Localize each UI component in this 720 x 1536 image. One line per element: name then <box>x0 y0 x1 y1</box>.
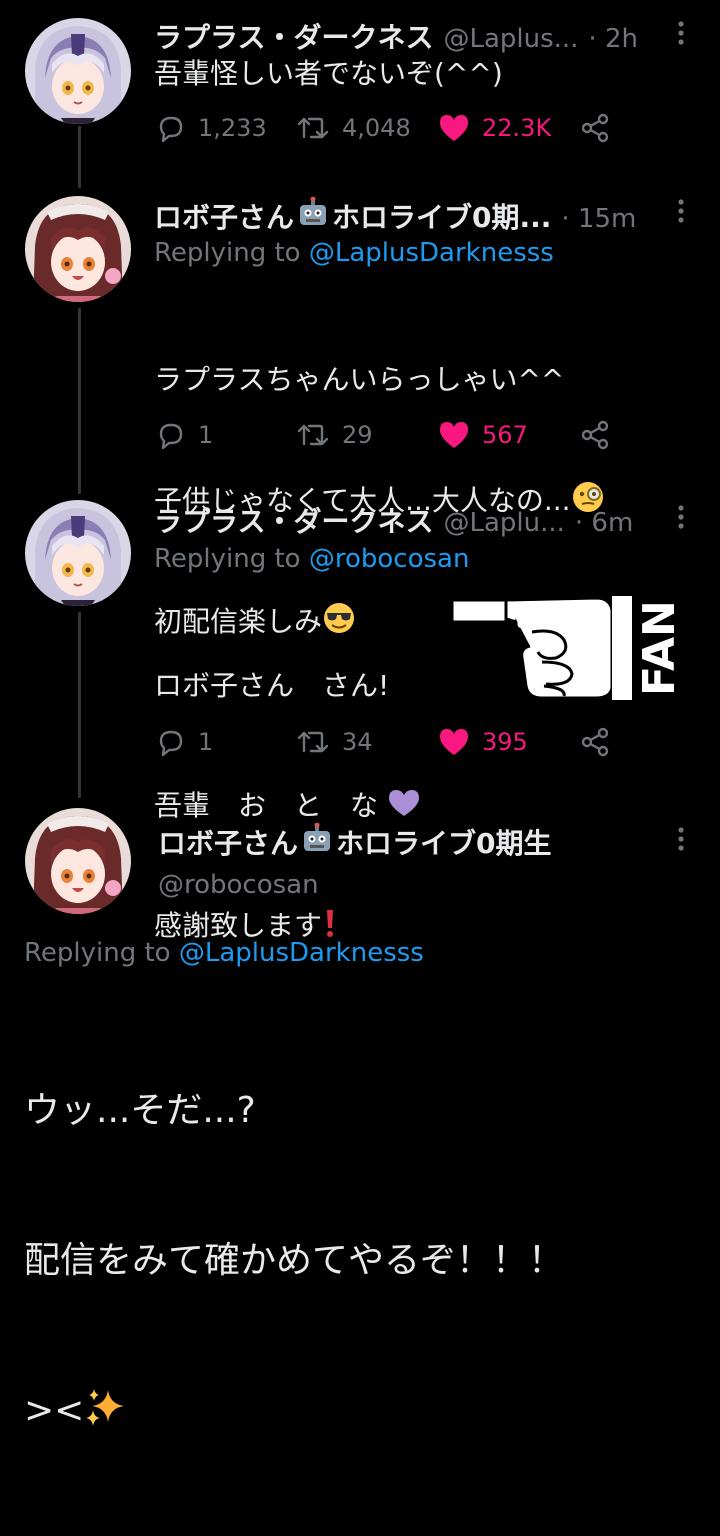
share-button[interactable] <box>580 727 610 757</box>
like-button[interactable]: 22.3K <box>438 113 551 143</box>
display-name[interactable]: ラプラス・ダークネス <box>154 16 433 56</box>
share-button[interactable] <box>580 113 610 143</box>
exclamation-emoji <box>327 910 334 937</box>
user-handle[interactable]: @robocosan <box>158 870 319 900</box>
user-handle[interactable]: @Laplu... <box>443 508 564 538</box>
purple-heart-emoji <box>388 790 419 816</box>
reply-button[interactable]: 1 <box>156 420 213 450</box>
share-icon <box>581 113 609 143</box>
display-name-suffix[interactable]: ホロライブ0期... <box>332 196 551 236</box>
more-icon[interactable] <box>676 20 686 46</box>
replying-to: Replying to @LaplusDarknesss <box>154 238 554 268</box>
tweet-line: 吾輩 お と な <box>154 789 379 822</box>
like-count: 395 <box>482 728 528 756</box>
heart-icon <box>440 422 468 448</box>
user-handle[interactable]: @Laplus... <box>443 24 578 54</box>
retweet-icon <box>297 117 329 139</box>
timestamp[interactable]: · 2h <box>588 24 638 54</box>
thread-line <box>78 126 81 188</box>
tweet-actions: 1,233 4,048 22.3K <box>156 113 616 147</box>
more-icon[interactable] <box>676 198 686 224</box>
share-icon <box>581 420 609 450</box>
reply-icon <box>159 423 183 450</box>
replying-to-label: Replying to <box>154 544 301 574</box>
mention-link[interactable]: @LaplusDarknesss <box>309 238 554 268</box>
tweet-line: ラプラスちゃんいらっしゃい^^ <box>154 363 565 396</box>
avatar[interactable] <box>25 500 131 606</box>
avatar[interactable] <box>25 18 131 124</box>
timestamp[interactable]: · 6m <box>575 508 633 538</box>
reply-count: 1,233 <box>198 114 267 142</box>
heart-icon <box>440 115 468 141</box>
thread-line <box>78 612 81 798</box>
sticker-label: FAN <box>634 600 682 696</box>
like-button[interactable]: 395 <box>438 727 528 757</box>
display-name[interactable]: ロボ子さん <box>158 822 298 862</box>
avatar[interactable] <box>25 196 131 302</box>
tweet-line: 配信をみて確かめてやるぞ！！！ <box>24 1240 565 1281</box>
retweet-button[interactable]: 34 <box>296 727 373 757</box>
tweet-line: ロボ子さん さん! <box>154 669 390 702</box>
replying-to-label: Replying to <box>24 938 171 968</box>
tweet-text: 吾輩怪しい者でないぞ(^^) <box>154 57 503 90</box>
more-icon[interactable] <box>676 504 686 530</box>
mention-link[interactable]: @LaplusDarknesss <box>179 938 424 968</box>
tweet-line: ウッ...そだ...? <box>24 1090 256 1131</box>
tweet-text: ウッ...そだ...? 配信をみて確かめてやるぞ！！！ >< <box>24 986 564 1536</box>
reply-icon <box>159 730 183 757</box>
retweet-button[interactable]: 4,048 <box>296 113 411 143</box>
reply-icon <box>159 116 183 143</box>
reply-button[interactable]: 1 <box>156 727 213 757</box>
retweet-count: 4,048 <box>342 114 411 142</box>
avatar[interactable] <box>25 808 131 914</box>
reply-count: 1 <box>198 421 214 449</box>
pointing-hand-sticker: FAN <box>446 592 685 702</box>
retweet-button[interactable]: 29 <box>296 420 373 450</box>
display-name[interactable]: ラプラス・ダークネス <box>154 500 433 540</box>
heart-icon <box>440 729 468 755</box>
tweet-actions: 1 29 567 <box>156 420 616 454</box>
tweet-actions: 1 34 395 <box>156 727 616 761</box>
retweet-count: 34 <box>342 728 373 756</box>
display-name-suffix[interactable]: ホロライブ0期生 <box>336 822 551 862</box>
tweet-line: >< <box>24 1390 85 1431</box>
share-button[interactable] <box>580 420 610 450</box>
retweet-icon <box>297 424 329 446</box>
reply-count: 1 <box>198 728 214 756</box>
reply-button[interactable]: 1,233 <box>156 113 267 143</box>
replying-to: Replying to @LaplusDarknesss <box>24 938 424 968</box>
timestamp[interactable]: · 15m <box>561 204 636 234</box>
replying-to: Replying to @robocosan <box>154 544 469 574</box>
mention-link[interactable]: @robocosan <box>309 544 470 574</box>
replying-to-label: Replying to <box>154 238 301 268</box>
robot-emoji <box>304 823 331 851</box>
robot-emoji <box>300 197 327 225</box>
display-name[interactable]: ロボ子さん <box>154 196 294 236</box>
more-icon[interactable] <box>676 826 686 852</box>
like-count: 22.3K <box>482 114 552 142</box>
like-count: 567 <box>482 421 528 449</box>
retweet-count: 29 <box>342 421 373 449</box>
thread-line <box>78 308 81 494</box>
share-icon <box>581 727 609 757</box>
retweet-icon <box>297 731 329 753</box>
sparkles-emoji <box>86 1389 125 1426</box>
like-button[interactable]: 567 <box>438 420 528 450</box>
